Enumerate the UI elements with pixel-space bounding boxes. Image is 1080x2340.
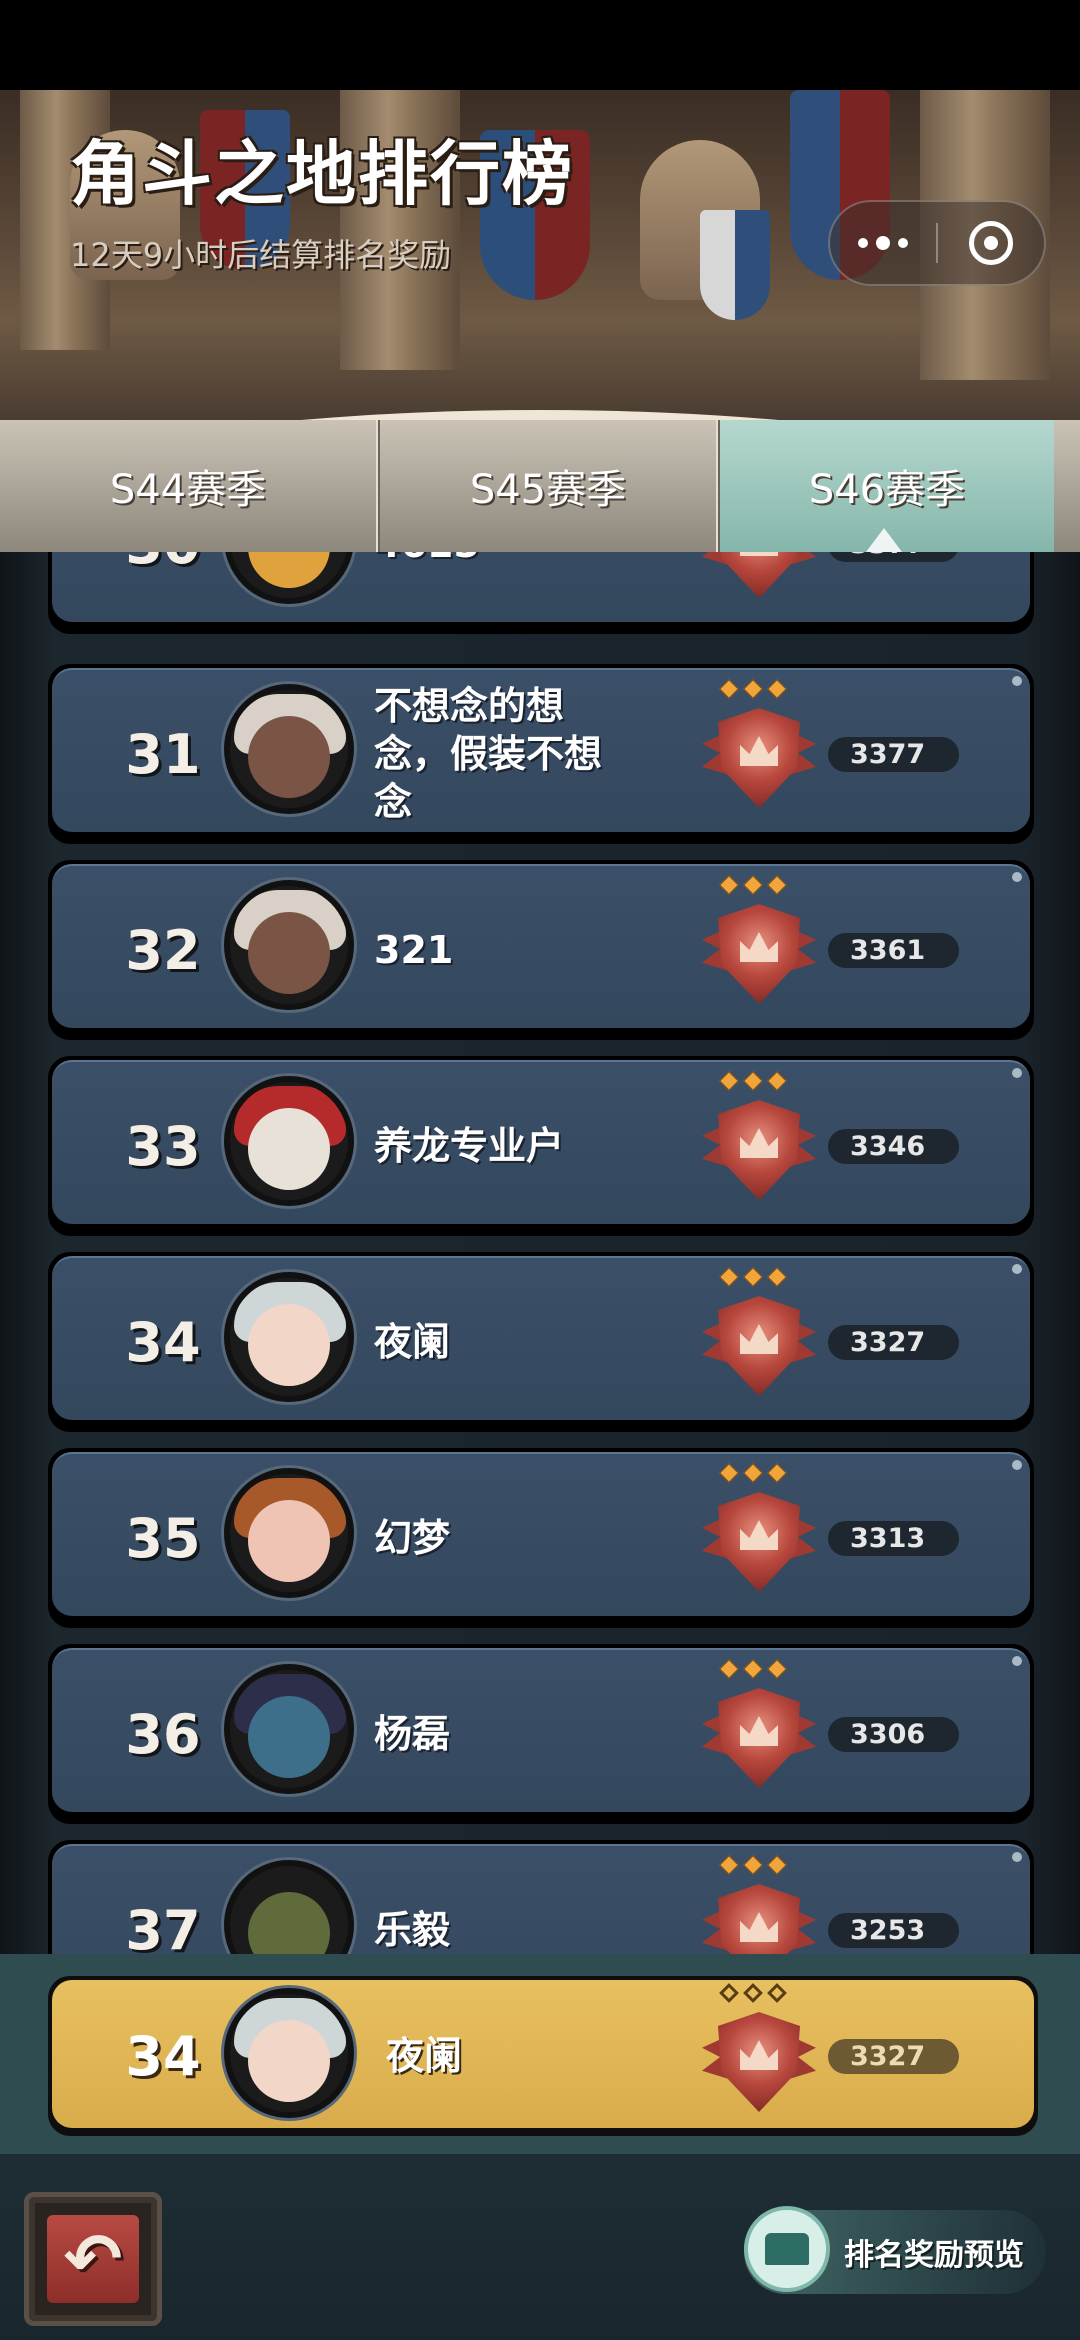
rank-badge-icon bbox=[702, 1659, 816, 1802]
avatar-face bbox=[248, 1500, 330, 1582]
rank-badge-icon bbox=[702, 1463, 816, 1606]
avatar[interactable] bbox=[224, 1272, 354, 1402]
score: 3327 bbox=[828, 1252, 960, 1432]
rank-number: 30 bbox=[108, 552, 218, 634]
tab-s44[interactable]: S44赛季 bbox=[0, 420, 376, 552]
leaderboard-row[interactable]: 33 养龙专业户 3346 bbox=[48, 1056, 1034, 1236]
rank-badge-icon bbox=[702, 1267, 816, 1410]
avatar-face bbox=[248, 1108, 330, 1190]
avatar[interactable] bbox=[224, 880, 354, 1010]
score: 3361 bbox=[828, 860, 960, 1040]
leaderboard-row[interactable]: 34 夜阑 3327 bbox=[48, 1252, 1034, 1432]
rank-number: 33 bbox=[125, 1114, 201, 1178]
rank-number: 37 bbox=[125, 1898, 201, 1955]
player-name: 夜阑 bbox=[386, 2034, 463, 2078]
avatar-face bbox=[248, 1304, 330, 1386]
player-name: 不想念的想念，假装不想念 bbox=[374, 684, 603, 824]
avatar-face bbox=[248, 716, 330, 798]
rank-number: 32 bbox=[125, 918, 201, 982]
player-name: 夜阑 bbox=[374, 1320, 451, 1364]
page-title: 角斗之地排行榜 bbox=[70, 133, 574, 215]
header-arc bbox=[0, 410, 1080, 420]
score: 3346 bbox=[828, 1056, 960, 1236]
avatar-face bbox=[248, 552, 330, 588]
settlement-countdown: 12天9小时后结算排名奖励 bbox=[70, 236, 452, 274]
leaderboard-row[interactable]: 30 4615 3377 bbox=[48, 552, 1034, 634]
rank-number: 34 bbox=[125, 1310, 201, 1374]
avatar[interactable] bbox=[224, 1988, 354, 2118]
rank-badge-icon bbox=[702, 1983, 816, 2126]
score: 3377 bbox=[828, 664, 960, 844]
back-button[interactable]: ↶ bbox=[24, 2192, 162, 2326]
season-tabs: S44赛季 S45赛季 S46赛季 bbox=[0, 420, 1080, 552]
active-tab-indicator bbox=[866, 528, 902, 552]
avatar-face bbox=[248, 1892, 330, 1954]
reward-chest-icon bbox=[744, 2206, 830, 2292]
score: 3327 bbox=[828, 1976, 960, 2136]
avatar-face bbox=[248, 912, 330, 994]
avatar[interactable] bbox=[224, 1076, 354, 1206]
rank-number: 31 bbox=[125, 722, 201, 786]
status-bar bbox=[0, 0, 1080, 90]
avatar[interactable] bbox=[224, 1468, 354, 1598]
leaderboard-row[interactable]: 36 杨磊 3306 bbox=[48, 1644, 1034, 1824]
leaderboard-row[interactable]: 32 321 3361 bbox=[48, 860, 1034, 1040]
rank-badge-icon bbox=[702, 552, 816, 612]
score: 3306 bbox=[828, 1644, 960, 1824]
rank-badge-icon bbox=[702, 1855, 816, 1954]
player-name: 321 bbox=[374, 928, 454, 972]
player-name: 乐毅 bbox=[374, 1908, 451, 1952]
leaderboard-row[interactable]: 31 不想念的想念，假装不想念 3377 bbox=[48, 664, 1034, 844]
score: 3313 bbox=[828, 1448, 960, 1628]
rank-badge-icon bbox=[702, 875, 816, 1018]
rank-badge-icon bbox=[702, 1071, 816, 1214]
avatar[interactable] bbox=[224, 1664, 354, 1794]
reward-preview-label: 排名奖励预览 bbox=[844, 2238, 1024, 2273]
player-name: 幻梦 bbox=[374, 1516, 451, 1560]
more-dots-icon[interactable] bbox=[830, 202, 936, 284]
player-name: 4615 bbox=[374, 552, 480, 634]
leaderboard-list[interactable]: 30 4615 3377 31 不想念的想念，假装不想念 3377 32 bbox=[0, 552, 1080, 1954]
avatar[interactable] bbox=[224, 684, 354, 814]
avatar-face bbox=[248, 1696, 330, 1778]
tab-s45[interactable]: S45赛季 bbox=[380, 420, 716, 552]
my-rank-panel: 34 夜阑 3327 bbox=[0, 1954, 1080, 2154]
leaderboard-row[interactable]: 35 幻梦 3313 bbox=[48, 1448, 1034, 1628]
mini-program-capsule bbox=[828, 200, 1046, 286]
player-name: 杨磊 bbox=[374, 1712, 451, 1756]
rank-badge-icon bbox=[702, 679, 816, 822]
shield-decoration bbox=[700, 210, 770, 320]
rank-number: 34 bbox=[125, 2024, 201, 2088]
leaderboard-row[interactable]: 37 乐毅 3253 bbox=[48, 1840, 1034, 1954]
reward-preview-button[interactable]: 排名奖励预览 bbox=[744, 2206, 1046, 2294]
player-name: 养龙专业户 bbox=[374, 1124, 565, 1168]
score: 3253 bbox=[828, 1840, 960, 1954]
my-rank-row[interactable]: 34 夜阑 3327 bbox=[48, 1976, 1038, 2136]
back-arrow-icon: ↶ bbox=[47, 2215, 139, 2303]
score: 3377 bbox=[828, 552, 960, 634]
bottom-bar: ↶ 排名奖励预览 bbox=[0, 2154, 1080, 2340]
target-close-icon[interactable] bbox=[938, 202, 1044, 284]
rank-number: 35 bbox=[125, 1506, 201, 1570]
rank-number: 36 bbox=[125, 1702, 201, 1766]
avatar-face bbox=[248, 2020, 330, 2102]
